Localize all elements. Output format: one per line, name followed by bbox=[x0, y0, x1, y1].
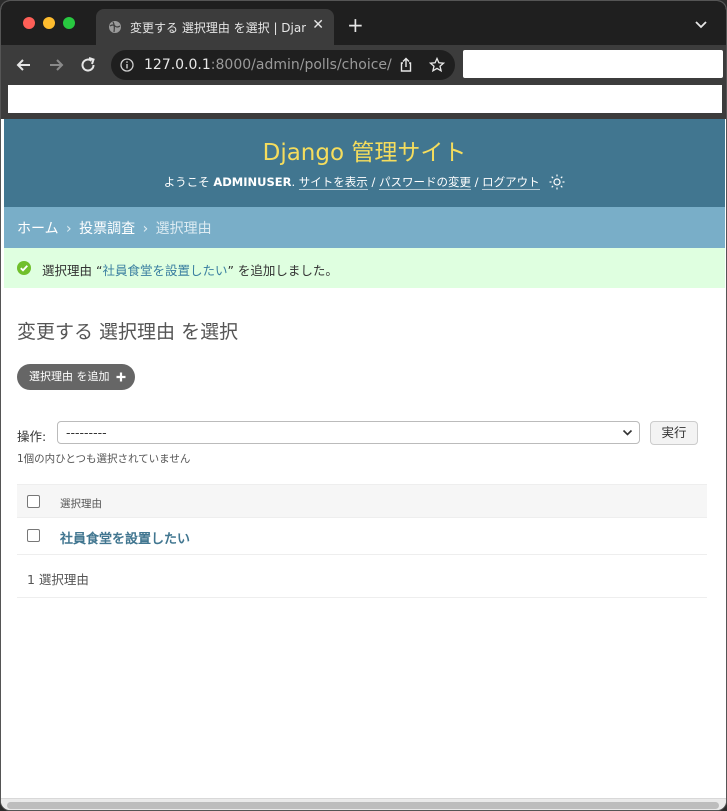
user-tools-separator: / bbox=[474, 175, 479, 189]
reload-icon[interactable] bbox=[78, 55, 98, 75]
table-row: 社員食堂を設置したい bbox=[17, 518, 707, 555]
welcome-period: . bbox=[291, 175, 296, 189]
message-object-link[interactable]: 社員食堂を設置したい bbox=[102, 263, 227, 278]
bookmark-bar-area bbox=[8, 85, 722, 113]
username: ADMINUSER bbox=[213, 175, 292, 189]
add-choice-button[interactable]: 選択理由 を追加 bbox=[17, 364, 135, 390]
forward-arrow-icon[interactable] bbox=[46, 55, 66, 75]
toolbar-extension-area bbox=[463, 50, 723, 78]
new-tab-button[interactable]: + bbox=[347, 15, 364, 35]
plus-icon bbox=[116, 372, 125, 382]
row-choice-link[interactable]: 社員食堂を設置したい bbox=[60, 528, 190, 547]
bookmark-star-icon[interactable] bbox=[429, 57, 445, 73]
address-bar[interactable]: 127.0.0.1:8000/admin/polls/choice/ bbox=[111, 50, 455, 80]
change-password-link[interactable]: パスワードの変更 bbox=[378, 175, 471, 190]
action-select[interactable]: --------- bbox=[57, 421, 640, 444]
breadcrumb: ホーム › 投票調査 › 選択理由 bbox=[4, 207, 725, 248]
add-choice-label: 選択理由 を追加 bbox=[29, 370, 110, 383]
theme-toggle-sun-icon[interactable] bbox=[549, 174, 565, 190]
run-action-button[interactable]: 実行 bbox=[650, 421, 698, 445]
close-window-button[interactable] bbox=[23, 17, 35, 29]
bookmark-bar bbox=[1, 85, 726, 119]
select-all-checkbox[interactable] bbox=[27, 495, 40, 508]
paginator: 1 選択理由 bbox=[17, 555, 707, 598]
actions-label: 操作: bbox=[17, 429, 47, 444]
user-tools-separator: / bbox=[371, 175, 376, 189]
url-text: 127.0.0.1:8000/admin/polls/choice/ bbox=[144, 57, 392, 73]
table-header: 選択理由 bbox=[17, 484, 707, 518]
browser-window: 変更する 選択理由 を選択 | Django ✕ + 127.0.0.1:800… bbox=[0, 0, 727, 811]
success-message: 選択理由 “社員食堂を設置したい” を追加しました。 bbox=[4, 248, 725, 288]
site-branding[interactable]: Django 管理サイト bbox=[4, 133, 725, 167]
tab-title: 変更する 選択理由 を選択 | Django bbox=[130, 21, 306, 35]
results-table: 選択理由 社員食堂を設置したい 1 選択理由 bbox=[17, 484, 707, 598]
maximize-window-button[interactable] bbox=[63, 17, 75, 29]
logout-link[interactable]: ログアウト bbox=[482, 175, 540, 190]
action-counter: 1個の内ひとつも選択されていません bbox=[17, 453, 191, 465]
chevron-down-icon bbox=[622, 429, 633, 436]
url-host: 127.0.0.1 bbox=[144, 57, 211, 73]
browser-toolbar: 127.0.0.1:8000/admin/polls/choice/ bbox=[1, 45, 726, 85]
url-path: :8000/admin/polls/choice/ bbox=[210, 57, 392, 73]
view-site-link[interactable]: サイトを表示 bbox=[298, 175, 368, 190]
share-icon[interactable] bbox=[398, 57, 414, 73]
action-select-value: --------- bbox=[66, 425, 107, 440]
success-check-icon bbox=[17, 261, 31, 275]
column-header-choice[interactable]: 選択理由 bbox=[60, 496, 102, 511]
message-suffix: ” を追加しました。 bbox=[227, 263, 338, 278]
chevron-down-icon[interactable] bbox=[694, 17, 708, 31]
breadcrumb-current: 選択理由 bbox=[155, 221, 212, 237]
user-tools: ようこそ ADMINUSER. サイトを表示 / パスワードの変更 / ログアウ… bbox=[4, 174, 725, 190]
row-checkbox[interactable] bbox=[27, 529, 40, 542]
tab-strip: 変更する 選択理由 を選択 | Django ✕ + bbox=[1, 1, 726, 45]
page-content: Django 管理サイト ようこそ ADMINUSER. サイトを表示 / パス… bbox=[4, 119, 725, 799]
scrollbar-thumb[interactable] bbox=[7, 802, 719, 809]
breadcrumb-home[interactable]: ホーム bbox=[17, 221, 59, 237]
breadcrumb-separator: › bbox=[66, 221, 72, 237]
tab-close-icon[interactable]: ✕ bbox=[312, 17, 324, 33]
welcome-text: ようこそ bbox=[163, 175, 210, 189]
breadcrumb-app[interactable]: 投票調査 bbox=[79, 221, 135, 237]
back-arrow-icon[interactable] bbox=[14, 55, 34, 75]
admin-header: Django 管理サイト ようこそ ADMINUSER. サイトを表示 / パス… bbox=[4, 119, 725, 207]
minimize-window-button[interactable] bbox=[43, 17, 55, 29]
page-title: 変更する 選択理由 を選択 bbox=[17, 321, 239, 343]
result-count: 1 選択理由 bbox=[27, 572, 89, 587]
breadcrumb-separator: › bbox=[142, 221, 149, 237]
site-info-icon[interactable] bbox=[120, 58, 134, 72]
browser-tab[interactable]: 変更する 選択理由 を選択 | Django ✕ bbox=[96, 9, 334, 45]
globe-icon bbox=[109, 21, 121, 33]
horizontal-scrollbar[interactable] bbox=[1, 798, 726, 810]
message-prefix: 選択理由 “ bbox=[42, 263, 103, 278]
